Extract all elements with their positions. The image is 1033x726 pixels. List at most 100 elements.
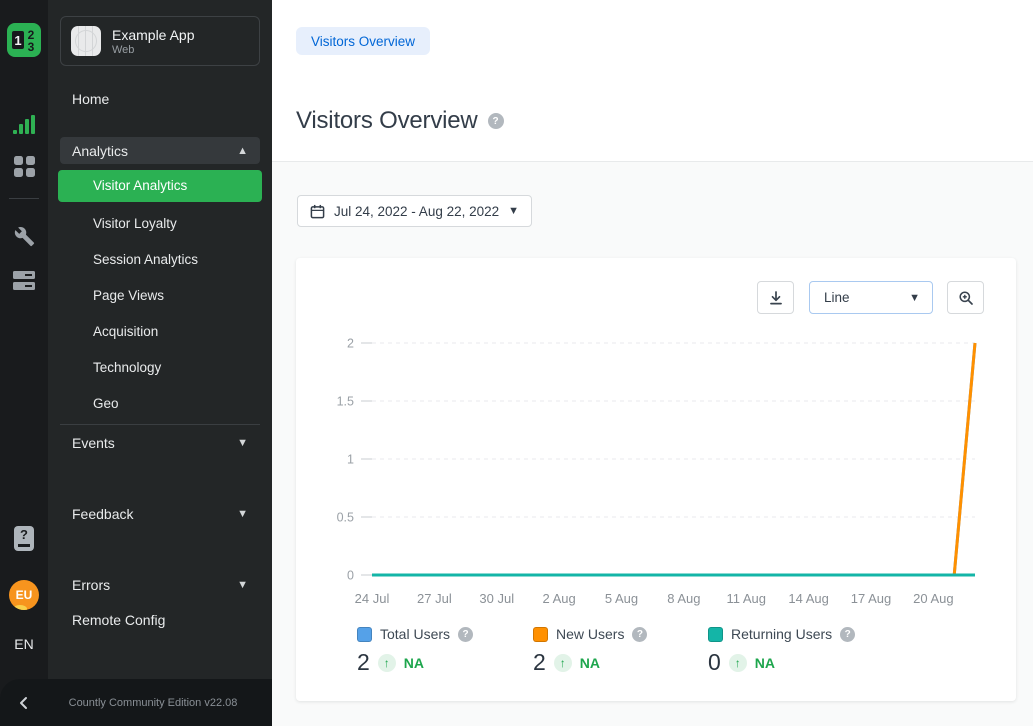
svg-text:20 Aug: 20 Aug [913,591,954,606]
sidebar-group-feedback[interactable]: Feedback ▼ [60,501,260,527]
trend-up-icon: ↑ [729,654,747,672]
chevron-down-icon: ▼ [909,292,920,304]
sidebar-item-acquisition[interactable]: Acquisition [58,314,262,350]
chevron-down-icon: ▼ [237,579,248,591]
legend-value: 2 [357,649,370,676]
svg-text:0: 0 [347,569,354,583]
date-range-picker[interactable]: Jul 24, 2022 - Aug 22, 2022 ▼ [297,195,532,227]
sidebar-item-remote-config[interactable]: Remote Config [60,607,260,633]
svg-text:1: 1 [347,453,354,467]
chart-type-select[interactable]: Line ▼ [809,281,933,314]
sidebar-item-visitor-analytics[interactable]: Visitor Analytics [58,170,262,202]
svg-text:3: 3 [28,40,35,54]
legend-total-users: Total Users ? 2 ↑ NA [357,626,473,676]
collapse-sidebar-button[interactable] [0,695,48,711]
svg-text:24 Jul: 24 Jul [355,591,390,606]
returning-users-swatch [708,627,723,642]
sidebar-group-analytics[interactable]: Analytics ▲ [60,137,260,164]
sidebar-footer: Countly Community Edition v22.08 [0,679,272,726]
chevron-down-icon: ▼ [237,437,248,449]
visitors-chart-card: Line ▼ 00.511.5224 Jul27 Jul30 Jul2 Aug5… [296,258,1016,701]
trend-label: NA [404,655,424,671]
date-range-value: Jul 24, 2022 - Aug 22, 2022 [334,204,499,219]
legend-help-icon[interactable]: ? [458,627,473,642]
sidebar-group-errors[interactable]: Errors ▼ [60,572,260,598]
remote-config-label: Remote Config [72,612,165,628]
trend-up-icon: ↑ [378,654,396,672]
svg-text:11 Aug: 11 Aug [727,591,767,606]
countly-dashboard: 1 2 3 [0,0,1033,726]
sidebar-item-page-views[interactable]: Page Views [58,278,262,314]
rail-help-item[interactable]: ? [0,525,48,551]
chevron-up-icon: ▲ [237,145,248,157]
chevron-left-icon [16,695,32,711]
tab-visitors-overview[interactable]: Visitors Overview [296,27,430,55]
page-title: Visitors Overview [296,107,478,135]
sidebar-item-home[interactable]: Home [60,86,260,112]
legend-name: Returning Users [731,626,832,642]
svg-text:2 Aug: 2 Aug [543,591,576,606]
sidebar: Example App Web Home Analytics ▲ Visitor… [48,0,272,726]
main-content: Visitors Overview Visitors Overview ? Ju… [272,0,1033,726]
calendar-icon [310,204,325,219]
visitors-chart: 00.511.5224 Jul27 Jul30 Jul2 Aug5 Aug8 A… [296,318,1016,623]
total-users-swatch [357,627,372,642]
svg-text:1: 1 [14,33,21,48]
chevron-down-icon: ▼ [508,205,519,217]
chart-zoom-button[interactable] [947,281,984,314]
trend-label: NA [580,655,600,671]
legend-help-icon[interactable]: ? [632,627,647,642]
servers-icon [13,270,35,291]
svg-text:17 Aug: 17 Aug [851,591,892,606]
language-label: EN [14,636,33,652]
svg-text:1.5: 1.5 [337,395,354,409]
wrench-icon [14,226,35,247]
trend-label: NA [755,655,775,671]
page-header: Visitors Overview Visitors Overview ? [272,0,1033,161]
sidebar-item-technology[interactable]: Technology [58,350,262,386]
sidebar-item-geo[interactable]: Geo [58,386,262,422]
title-help-icon[interactable]: ? [488,113,504,129]
errors-label: Errors [72,577,110,593]
legend-name: New Users [556,626,624,642]
countly-logo[interactable]: 1 2 3 [0,22,48,58]
app-name: Example App [112,27,195,44]
analytics-label: Analytics [72,143,128,159]
legend-name: Total Users [380,626,450,642]
events-label: Events [72,435,115,451]
download-icon [768,290,784,306]
svg-text:14 Aug: 14 Aug [788,591,829,606]
apps-grid-icon [14,156,35,177]
chart-type-value: Line [824,290,850,305]
svg-text:27 Jul: 27 Jul [417,591,452,606]
svg-text:2: 2 [347,337,354,351]
legend-help-icon[interactable]: ? [840,627,855,642]
legend-value: 0 [708,649,721,676]
icon-rail: 1 2 3 [0,0,48,726]
download-chart-button[interactable] [757,281,794,314]
rail-divider [9,198,39,199]
magnifier-plus-icon [958,290,974,306]
language-selector[interactable]: EN [0,634,48,654]
countly-logo-icon: 1 2 3 [6,22,42,58]
svg-text:8 Aug: 8 Aug [667,591,700,606]
tab-label: Visitors Overview [311,34,415,49]
trend-up-icon: ↑ [554,654,572,672]
sidebar-group-events[interactable]: Events ▼ [60,430,260,456]
rail-apps-item[interactable] [0,155,48,177]
legend-new-users: New Users ? 2 ↑ NA [533,626,647,676]
app-platform: Web [112,44,195,56]
sidebar-item-session-analytics[interactable]: Session Analytics [58,242,262,278]
sidebar-divider [60,424,260,425]
content-section: Jul 24, 2022 - Aug 22, 2022 ▼ Line ▼ [272,161,1033,726]
region-badge[interactable]: EU [0,580,48,610]
legend-returning-users: Returning Users ? 0 ↑ NA [708,626,855,676]
rail-data-manager-item[interactable] [0,268,48,292]
app-selector[interactable]: Example App Web [60,16,260,66]
analytics-bars-icon [13,114,35,135]
rail-management-item[interactable] [0,224,48,248]
rail-analytics-item[interactable] [0,112,48,136]
svg-text:30 Jul: 30 Jul [479,591,514,606]
app-icon [71,26,101,56]
sidebar-item-visitor-loyalty[interactable]: Visitor Loyalty [58,206,262,242]
